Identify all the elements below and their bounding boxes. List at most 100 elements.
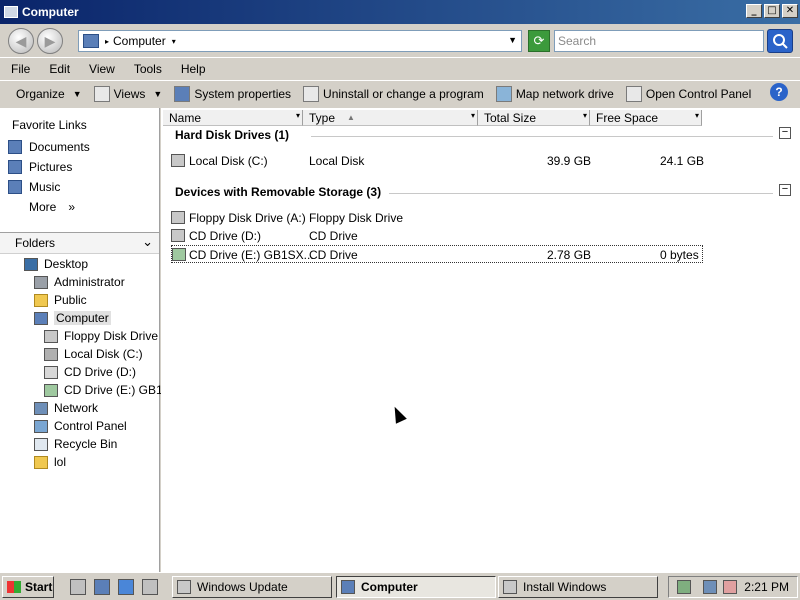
refresh-button[interactable]: ⟳: [528, 30, 550, 52]
quicklaunch-app-icon[interactable]: [142, 579, 158, 595]
clock[interactable]: 2:21 PM: [744, 580, 789, 594]
menu-file[interactable]: File: [3, 62, 38, 76]
chevron-down-icon[interactable]: ▾: [471, 111, 475, 120]
tree-recycle-bin[interactable]: Recycle Bin: [34, 437, 117, 451]
favorite-label: Pictures: [29, 160, 73, 174]
collapse-group-button[interactable]: −: [779, 184, 791, 196]
chevron-down-icon[interactable]: ▾: [583, 111, 587, 120]
collapse-group-button[interactable]: −: [779, 127, 791, 139]
tree-network[interactable]: Network: [34, 401, 98, 415]
tree-label: Recycle Bin: [54, 437, 118, 451]
tree-label: Floppy Disk Drive (A: [64, 329, 174, 343]
drive-row-local-disk-c[interactable]: Local Disk (C:) Local Disk 39.9 GB 24.1 …: [171, 152, 704, 170]
map-network-drive-button[interactable]: Map network drive: [492, 83, 618, 105]
network-icon: [34, 401, 48, 415]
menu-tools[interactable]: Tools: [126, 62, 170, 76]
user-folder-icon: [34, 275, 48, 289]
chevron-down-icon[interactable]: ▾: [695, 111, 699, 120]
minimize-button[interactable]: _: [746, 4, 762, 18]
drive-type: Floppy Disk Drive: [309, 211, 404, 225]
tree-label: Local Disk (C:): [64, 347, 143, 361]
folder-icon: [34, 455, 48, 469]
address-history-dropdown-icon[interactable]: ▼: [508, 35, 517, 45]
internet-explorer-icon[interactable]: [118, 579, 134, 595]
column-total-size[interactable]: Total Size ▾: [478, 110, 590, 126]
address-bar[interactable]: ▸ Computer ▾ ▼: [78, 30, 522, 52]
computer-icon: [83, 34, 99, 48]
menu-edit[interactable]: Edit: [41, 62, 78, 76]
favorite-more[interactable]: More »: [29, 200, 75, 214]
drive-name: Local Disk (C:): [189, 154, 268, 168]
search-button[interactable]: [767, 29, 793, 53]
views-label: Views: [113, 86, 146, 101]
column-free-space[interactable]: Free Space ▾: [590, 110, 702, 126]
task-install-windows[interactable]: Install Windows: [498, 576, 658, 598]
show-desktop-icon[interactable]: [94, 579, 110, 595]
task-label: Windows Update: [197, 580, 288, 594]
cd-drive-icon: [44, 365, 58, 379]
favorite-pictures[interactable]: Pictures: [8, 160, 72, 174]
open-control-panel-button[interactable]: Open Control Panel: [622, 83, 755, 105]
search-icon: [773, 34, 788, 49]
computer-icon: [34, 311, 48, 325]
tree-administrator[interactable]: Administrator: [34, 275, 125, 289]
chevron-down-icon[interactable]: ▾: [296, 111, 300, 120]
search-input[interactable]: [554, 30, 764, 52]
menu-view[interactable]: View: [81, 62, 123, 76]
volume-muted-icon[interactable]: [723, 580, 737, 594]
group-removable-storage[interactable]: Devices with Removable Storage (3): [175, 185, 381, 199]
tree-label: Control Panel: [54, 419, 127, 433]
back-button[interactable]: ◀: [8, 28, 34, 54]
uninstall-program-button[interactable]: Uninstall or change a program: [299, 83, 488, 105]
close-button[interactable]: ✕: [782, 4, 798, 18]
navigation-pane: Favorite Links Documents Pictures Music …: [0, 108, 179, 572]
tree-cd-drive-d[interactable]: CD Drive (D:): [44, 365, 136, 379]
views-button[interactable]: Views ▼: [90, 83, 167, 105]
tree-floppy-drive[interactable]: Floppy Disk Drive (A: [44, 329, 173, 343]
folders-header[interactable]: Folders ⌄: [0, 232, 159, 254]
tree-computer[interactable]: Computer: [34, 311, 111, 325]
column-type[interactable]: Type ▲ ▾: [303, 110, 478, 126]
tree-local-disk[interactable]: Local Disk (C:): [44, 347, 143, 361]
file-list-pane: Name ▾ Type ▲ ▾ Total Size ▾ Free Space …: [161, 108, 800, 572]
drive-row-floppy-a[interactable]: Floppy Disk Drive (A:) Floppy Disk Drive: [171, 209, 703, 227]
start-button[interactable]: Start: [2, 576, 54, 598]
help-button[interactable]: ?: [770, 83, 788, 101]
control-panel-label: Open Control Panel: [645, 86, 752, 101]
task-computer[interactable]: Computer: [336, 576, 496, 598]
quicklaunch-server-icon[interactable]: [70, 579, 86, 595]
group-divider: [311, 136, 773, 137]
tree-public[interactable]: Public: [34, 293, 87, 307]
favorite-music[interactable]: Music: [8, 180, 60, 194]
column-label: Total Size: [484, 110, 537, 125]
forward-button[interactable]: ▶: [37, 28, 63, 54]
tree-control-panel[interactable]: Control Panel: [34, 419, 127, 433]
drive-row-cd-d[interactable]: CD Drive (D:) CD Drive: [171, 227, 703, 245]
task-label: Computer: [361, 580, 418, 594]
organize-button[interactable]: Organize ▼: [4, 83, 86, 105]
menu-help[interactable]: Help: [173, 62, 214, 76]
group-hard-disk-drives[interactable]: Hard Disk Drives (1): [175, 128, 289, 142]
security-icon[interactable]: [677, 580, 691, 594]
computer-icon: [4, 6, 18, 18]
tree-lol[interactable]: lol: [34, 455, 66, 469]
breadcrumb-computer[interactable]: Computer: [113, 34, 166, 48]
maximize-button[interactable]: □: [764, 4, 780, 18]
tree-desktop[interactable]: Desktop: [24, 257, 88, 271]
favorite-documents[interactable]: Documents: [8, 140, 90, 154]
uninstall-label: Uninstall or change a program: [323, 86, 484, 101]
network-status-icon[interactable]: [703, 580, 717, 594]
system-properties-button[interactable]: System properties: [170, 83, 295, 105]
cd-drive-icon: [171, 229, 185, 242]
favorite-label: Music: [29, 180, 61, 194]
task-windows-update[interactable]: Windows Update: [172, 576, 332, 598]
sort-ascending-icon: ▲: [347, 113, 355, 122]
breadcrumb-dropdown-icon[interactable]: ▾: [172, 37, 176, 46]
breadcrumb-arrow-icon[interactable]: ▸: [105, 37, 109, 46]
window-title: Computer: [22, 5, 79, 19]
double-chevron-icon: »: [68, 200, 76, 214]
tree-cd-drive-e[interactable]: CD Drive (E:) GB1SX: [44, 383, 179, 397]
drive-row-cd-e[interactable]: CD Drive (E:) GB1SX... CD Drive 2.78 GB …: [171, 245, 703, 263]
views-icon: [93, 85, 110, 102]
column-name[interactable]: Name ▾: [163, 110, 303, 126]
